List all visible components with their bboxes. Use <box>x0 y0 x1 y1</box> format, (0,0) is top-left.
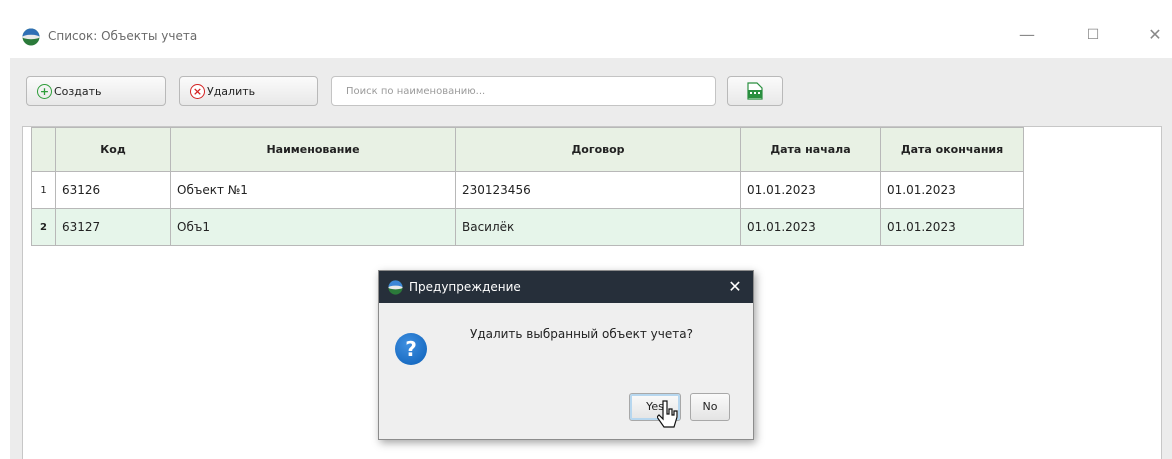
column-header-name[interactable]: Наименование <box>170 127 456 172</box>
column-header-code[interactable]: Код <box>55 127 171 172</box>
close-button[interactable]: ✕ <box>1138 22 1172 48</box>
column-header-start-date[interactable]: Дата начала <box>740 127 881 172</box>
create-button-label: Создать <box>54 84 102 98</box>
no-button[interactable]: No <box>690 393 730 421</box>
confirm-delete-dialog: Предупреждение ✕ ? Удалить выбранный объ… <box>378 270 754 440</box>
dialog-close-button[interactable]: ✕ <box>725 276 745 298</box>
cell-start-date[interactable]: 01.01.2023 <box>740 171 881 209</box>
xls-export-icon <box>747 82 763 100</box>
title-bar: Список: Объекты учета — ☐ ✕ <box>0 0 1172 56</box>
cell-code[interactable]: 63126 <box>55 171 171 209</box>
cell-end-date[interactable]: 01.01.2023 <box>880 171 1024 209</box>
dialog-title-bar: Предупреждение ✕ <box>379 271 753 303</box>
app-globe-icon <box>22 28 40 46</box>
row-number: 2 <box>31 208 56 246</box>
search-input[interactable] <box>331 76 716 106</box>
window-title: Список: Объекты учета <box>48 29 198 43</box>
main-window: Список: Объекты учета — ☐ ✕ + Создать × … <box>0 0 1172 459</box>
export-xls-button[interactable] <box>727 76 783 106</box>
cell-contract[interactable]: Василёк <box>455 208 741 246</box>
app-globe-icon <box>388 280 403 295</box>
column-header-contract[interactable]: Договор <box>455 127 741 172</box>
dialog-message: Удалить выбранный объект учета? <box>470 327 693 341</box>
cell-end-date[interactable]: 01.01.2023 <box>880 208 1024 246</box>
delete-button-label: Удалить <box>207 84 256 98</box>
maximize-button[interactable]: ☐ <box>1076 22 1110 48</box>
mouse-pointer-icon <box>657 400 678 428</box>
cell-code[interactable]: 63127 <box>55 208 171 246</box>
dialog-title: Предупреждение <box>409 280 521 294</box>
column-header-end-date[interactable]: Дата окончания <box>880 127 1024 172</box>
data-grid: Код Наименование Договор Дата начала Дат… <box>31 127 1024 246</box>
cell-contract[interactable]: 230123456 <box>455 171 741 209</box>
delete-button[interactable]: × Удалить <box>179 76 318 106</box>
minimize-button[interactable]: — <box>1010 22 1044 48</box>
table-row[interactable]: 1 63126 Объект №1 230123456 01.01.2023 0… <box>31 171 1024 209</box>
row-number-header <box>31 127 56 172</box>
cell-name[interactable]: Объект №1 <box>170 171 456 209</box>
plus-circle-icon: + <box>37 83 52 99</box>
table-row-selected[interactable]: 2 63127 Объ1 Василёк 01.01.2023 01.01.20… <box>31 208 1024 246</box>
table-header-row: Код Наименование Договор Дата начала Дат… <box>31 127 1024 172</box>
cell-name[interactable]: Объ1 <box>170 208 456 246</box>
create-button[interactable]: + Создать <box>26 76 166 106</box>
row-number: 1 <box>31 171 56 209</box>
question-icon: ? <box>395 333 427 365</box>
delete-x-circle-icon: × <box>190 83 205 99</box>
cell-start-date[interactable]: 01.01.2023 <box>740 208 881 246</box>
